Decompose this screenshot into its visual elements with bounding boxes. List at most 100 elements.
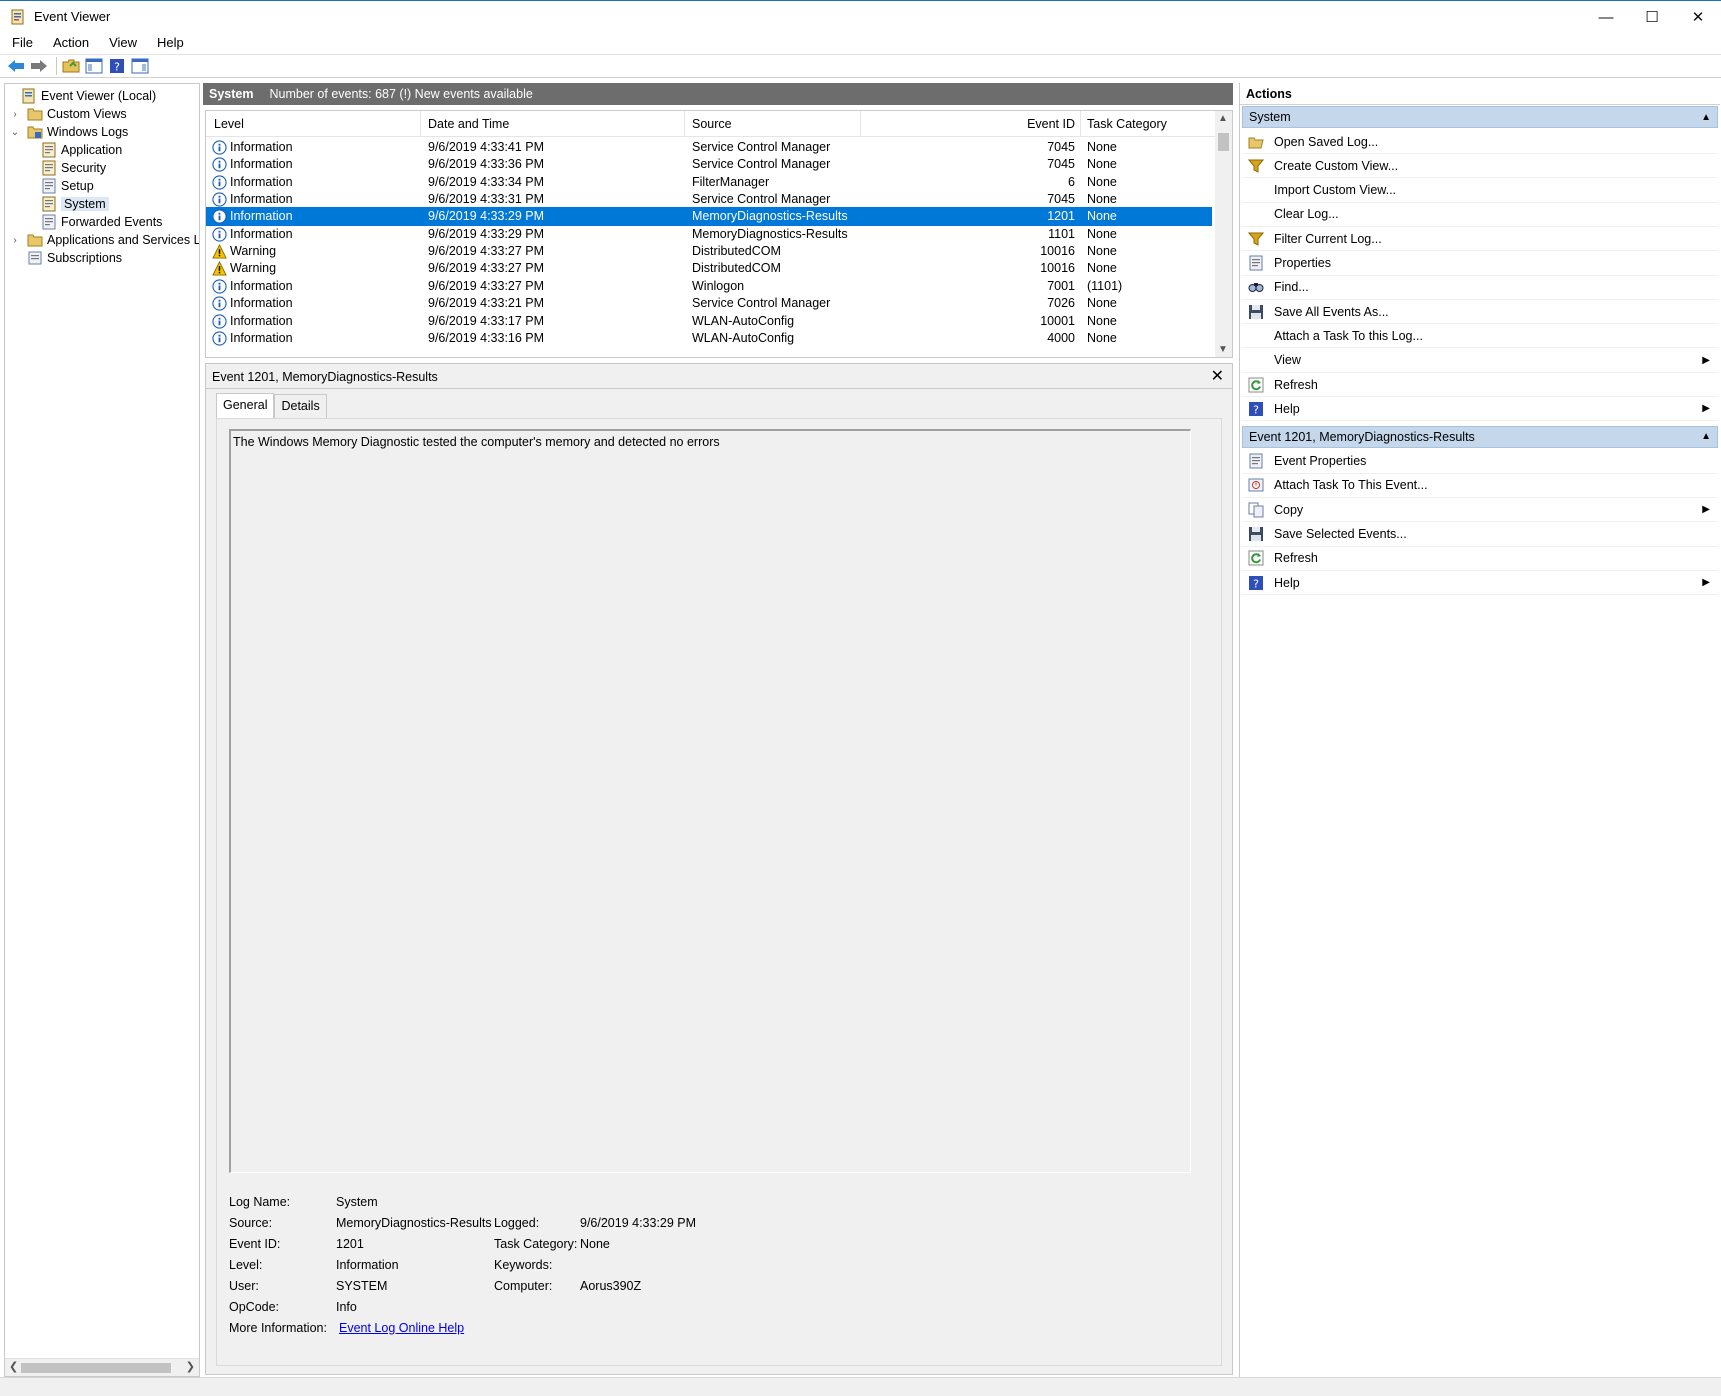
open-folder-icon[interactable]	[61, 56, 81, 76]
tree-item-custom-views[interactable]: › Custom Views	[9, 105, 127, 123]
event-list-vertical-scrollbar[interactable]: ▲ ▼	[1215, 111, 1232, 357]
toolbar: ?	[0, 54, 1721, 78]
info-icon	[212, 209, 227, 225]
chevron-down-icon[interactable]: ⌄	[9, 127, 21, 138]
actions-section-header[interactable]: System ▲	[1242, 106, 1718, 128]
event-row[interactable]: Information 9/6/2019 4:33:34 PM FilterMana…	[206, 173, 1212, 192]
action-item[interactable]: Refresh	[1242, 547, 1718, 571]
column-source[interactable]: Source	[692, 117, 732, 131]
action-item[interactable]: Filter Current Log...	[1242, 227, 1718, 252]
task-category-cell: None	[1087, 226, 1117, 241]
close-icon[interactable]: ✕	[1211, 366, 1224, 386]
console-tree: Event Viewer (Local) › Custom Views ⌄ Wi…	[4, 83, 200, 1377]
chevron-right-icon[interactable]: ›	[9, 235, 21, 246]
submenu-arrow-icon: ▶	[1702, 577, 1710, 589]
scrollbar-thumb[interactable]	[1218, 133, 1229, 151]
tree-item-label: Windows Logs	[47, 125, 129, 139]
action-label: Create Custom View...	[1274, 158, 1399, 173]
action-item[interactable]: ? Help ▶	[1242, 397, 1718, 422]
tree-item-system[interactable]: System	[41, 195, 109, 213]
event-row[interactable]: Information 9/6/2019 4:33:36 PM Service Co…	[206, 155, 1212, 174]
column-date-time[interactable]: Date and Time	[428, 117, 509, 131]
scroll-right-icon[interactable]: ❯	[186, 1360, 195, 1373]
column-event-id[interactable]: Event ID	[990, 117, 1075, 131]
action-label: Refresh	[1274, 377, 1318, 392]
event-id-cell: 7045	[1047, 157, 1075, 172]
maximize-button[interactable]: ☐	[1629, 1, 1675, 33]
action-item[interactable]: Attach a Task To this Log...	[1242, 324, 1718, 349]
chevron-right-icon[interactable]: ›	[9, 109, 21, 120]
actions-section-header[interactable]: Event 1201, MemoryDiagnostics-Results ▲	[1242, 425, 1718, 448]
scrollbar-thumb[interactable]	[21, 1363, 171, 1373]
event-row[interactable]: Information 9/6/2019 4:33:29 PM MemoryDiag…	[206, 225, 1212, 244]
scroll-left-icon[interactable]: ❮	[9, 1360, 18, 1373]
event-row[interactable]: Warning 9/6/2019 4:33:27 PM DistributedCOM…	[206, 259, 1212, 278]
tree-item-subscriptions[interactable]: Subscriptions	[9, 249, 122, 267]
log-icon	[42, 214, 56, 230]
column-level[interactable]: Level	[214, 117, 244, 131]
collapse-icon[interactable]: ▲	[1701, 431, 1711, 442]
event-row[interactable]: Information 9/6/2019 4:33:41 PM Service Co…	[206, 138, 1212, 157]
column-divider[interactable]	[1080, 111, 1081, 137]
tree-item-windows-logs[interactable]: ⌄ Windows Logs	[9, 123, 129, 141]
show-hide-action-pane-icon[interactable]	[130, 56, 150, 76]
column-divider[interactable]	[860, 111, 861, 137]
action-item[interactable]: Find...	[1242, 276, 1718, 300]
event-row[interactable]: Warning 9/6/2019 4:33:27 PM DistributedCOM…	[206, 242, 1212, 261]
title-bar: Event Viewer — ☐ ✕	[0, 0, 1721, 32]
action-item[interactable]: Save Selected Events...	[1242, 523, 1718, 547]
tree-item-label: Custom Views	[47, 107, 127, 121]
tree-item-event-viewer-local[interactable]: Event Viewer (Local)	[9, 87, 156, 105]
minimize-button[interactable]: —	[1583, 1, 1629, 33]
event-description[interactable]: The Windows Memory Diagnostic tested the…	[229, 429, 1191, 1173]
action-item[interactable]: Event Properties	[1242, 450, 1718, 474]
action-item[interactable]: View ▶	[1242, 349, 1718, 373]
action-item[interactable]: Open Saved Log...	[1242, 130, 1718, 154]
menu-file[interactable]: File	[4, 35, 41, 50]
column-divider[interactable]	[684, 111, 685, 137]
action-item[interactable]: Save All Events As...	[1242, 300, 1718, 325]
show-hide-tree-icon[interactable]	[84, 56, 104, 76]
action-item[interactable]: Import Custom View...	[1242, 179, 1718, 203]
collapse-icon[interactable]: ▲	[1701, 112, 1711, 123]
tree-item-forwarded-events[interactable]: Forwarded Events	[41, 213, 162, 231]
event-row[interactable]: Information 9/6/2019 4:33:29 PM MemoryDiag…	[206, 207, 1212, 227]
tree-item-applications-and-services[interactable]: › Applications and Services Lo	[9, 231, 199, 249]
event-row[interactable]: Information 9/6/2019 4:33:31 PM Service Co…	[206, 190, 1212, 209]
forward-icon[interactable]	[29, 56, 49, 76]
tab-general[interactable]: General	[216, 393, 275, 418]
action-label: Save All Events As...	[1274, 304, 1389, 319]
column-divider[interactable]	[420, 111, 421, 137]
action-item[interactable]: ? Help ▶	[1242, 571, 1718, 596]
action-item[interactable]: Create Custom View...	[1242, 154, 1718, 179]
date-time-cell: 9/6/2019 4:33:31 PM	[428, 192, 545, 207]
event-row[interactable]: Information 9/6/2019 4:33:16 PM WLAN-AutoC…	[206, 329, 1212, 348]
scroll-down-icon[interactable]: ▼	[1218, 344, 1228, 355]
event-log-online-help-link[interactable]: Event Log Online Help	[339, 1321, 464, 1335]
tree-horizontal-scrollbar[interactable]: ❮ ❯	[5, 1358, 199, 1376]
action-item[interactable]: Clear Log...	[1242, 203, 1718, 227]
scroll-up-icon[interactable]: ▲	[1218, 113, 1228, 124]
properties-icon	[1248, 453, 1264, 469]
back-icon[interactable]	[6, 56, 26, 76]
menu-help[interactable]: Help	[149, 35, 192, 50]
event-id-cell: 6	[1068, 174, 1075, 189]
close-button[interactable]: ✕	[1675, 1, 1721, 33]
action-item[interactable]: Refresh	[1242, 373, 1718, 397]
menu-action[interactable]: Action	[45, 35, 97, 50]
action-item[interactable]: Copy ▶	[1242, 498, 1718, 523]
event-row[interactable]: Information 9/6/2019 4:33:17 PM WLAN-AutoC…	[206, 312, 1212, 331]
help-icon[interactable]: ?	[107, 56, 127, 76]
column-task-category[interactable]: Task Category	[1087, 117, 1167, 131]
event-row[interactable]: Information 9/6/2019 4:33:27 PM Winlogon 70…	[206, 277, 1212, 296]
tab-details[interactable]: Details	[274, 394, 327, 418]
event-row[interactable]: Information 9/6/2019 4:33:21 PM Service Co…	[206, 294, 1212, 313]
help-icon: ?	[1248, 401, 1264, 417]
info-icon	[212, 313, 227, 329]
menu-view[interactable]: View	[101, 35, 145, 50]
action-item[interactable]: Properties	[1242, 252, 1718, 276]
tree-item-application[interactable]: Application	[41, 141, 122, 159]
tree-item-setup[interactable]: Setup	[41, 177, 94, 195]
tree-item-security[interactable]: Security	[41, 159, 106, 177]
action-item[interactable]: Attach Task To This Event...	[1242, 474, 1718, 498]
